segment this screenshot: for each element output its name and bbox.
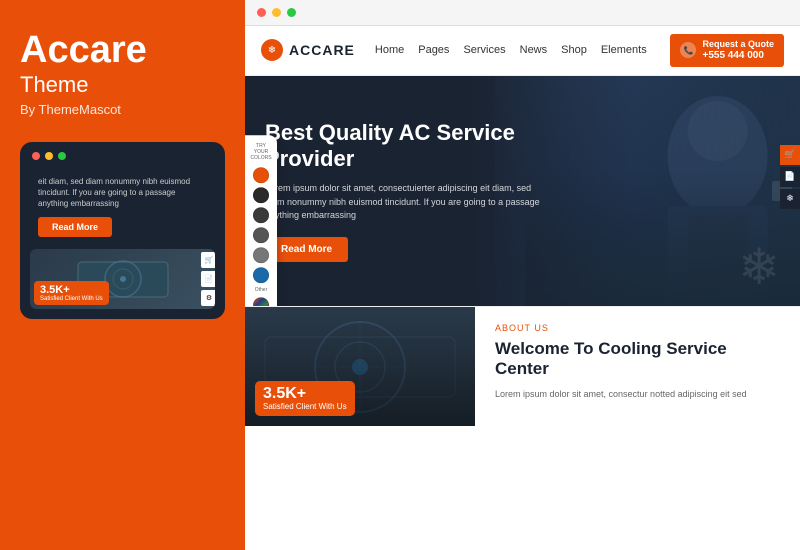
browser-dot-yellow	[272, 8, 281, 17]
nav-cta-texts: Request a Quote +555 444 000	[702, 39, 774, 62]
side-cart-icon[interactable]: 🛒	[780, 145, 800, 165]
side-float-icons: 🛒 📄 ❄	[780, 145, 800, 209]
site-logo: ❄ ACCARE	[261, 39, 355, 61]
mobile-read-more-button[interactable]: Read More	[38, 217, 112, 237]
logo-snowflake-icon: ❄	[261, 39, 283, 61]
mobile-badge-num: 3.5K+	[40, 284, 103, 296]
mobile-badge: 3.5K+ Satisfied Client With Us	[34, 281, 109, 305]
bottom-left-img: 3.5K+ Satisfied Client With Us	[245, 307, 475, 426]
mobile-doc-icon: 📄	[201, 271, 215, 287]
site-bottom: 3.5K+ Satisfied Client With Us ABOUT US …	[245, 306, 800, 426]
about-text: Lorem ipsum dolor sit amet, consectur no…	[495, 388, 780, 402]
brand-title: Accare	[20, 30, 225, 72]
about-label: ABOUT US	[495, 323, 780, 333]
bottom-right-content: ABOUT US Welcome To Cooling Service Cent…	[475, 307, 800, 426]
color-swatch-orange[interactable]	[253, 167, 269, 183]
nav-link-services[interactable]: Services	[463, 44, 505, 56]
color-picker-overlay: TRY YOURCOLORS Other	[245, 135, 277, 306]
nav-link-home[interactable]: Home	[375, 44, 404, 56]
nav-link-pages[interactable]: Pages	[418, 44, 449, 56]
dot-red	[32, 152, 40, 160]
dot-green	[58, 152, 66, 160]
nav-link-news[interactable]: News	[520, 44, 548, 56]
nav-link-elements[interactable]: Elements	[601, 44, 647, 56]
brand-by: By ThemeMascot	[20, 102, 225, 117]
color-swatch-darkgray[interactable]	[253, 207, 269, 223]
site-nav: ❄ ACCARE Home Pages Services News Shop E…	[245, 26, 800, 76]
logo-text: ACCARE	[289, 42, 355, 58]
mobile-settings-icon: ⚙	[201, 290, 215, 306]
nav-cta-button[interactable]: 📞 Request a Quote +555 444 000	[670, 34, 784, 67]
snowflake-watermark: ❄	[738, 238, 780, 296]
mobile-body: eit diam, sed diam nonummy nibh euismod …	[30, 168, 215, 310]
about-title: Welcome To Cooling Service Center	[495, 339, 780, 380]
color-swatch-gray[interactable]	[253, 227, 269, 243]
bottom-badge-num: 3.5K+	[263, 386, 347, 402]
left-panel: Accare Theme By ThemeMascot eit diam, se…	[0, 0, 245, 550]
color-swatch-dark[interactable]	[253, 187, 269, 203]
color-picker-title: TRY YOURCOLORS	[250, 143, 271, 161]
browser-dot-green	[287, 8, 296, 17]
mobile-side-icons: 🛒 📄 ⚙	[201, 252, 215, 306]
mobile-cart-icon: 🛒	[201, 252, 215, 268]
mobile-hero-text: eit diam, sed diam nonummy nibh euismod …	[30, 168, 215, 214]
hero-desc: Lorem ipsum dolor sit amet, consectuiert…	[265, 182, 545, 223]
brand-subtitle: Theme	[20, 72, 225, 98]
side-doc-icon[interactable]: 📄	[780, 167, 800, 187]
mobile-mockup: eit diam, sed diam nonummy nibh euismod …	[20, 142, 225, 320]
nav-cta-phone: +555 444 000	[702, 50, 774, 62]
color-swatch-lightgray[interactable]	[253, 247, 269, 263]
hero-title: Best Quality AC Service Provider	[265, 120, 545, 173]
right-panel: ❄ ACCARE Home Pages Services News Shop E…	[245, 0, 800, 550]
dot-yellow	[45, 152, 53, 160]
browser-dot-red	[257, 8, 266, 17]
phone-icon: 📞	[680, 42, 696, 58]
nav-cta-label: Request a Quote	[702, 39, 774, 50]
mobile-dots	[30, 152, 215, 160]
browser-chrome	[245, 0, 800, 26]
bottom-badge-text: Satisfied Client With Us	[263, 402, 347, 411]
mobile-badge-text: Satisfied Client With Us	[40, 296, 103, 302]
hero-content: Best Quality AC Service Provider Lorem i…	[245, 120, 565, 262]
hero-read-more-button[interactable]: Read More	[265, 237, 348, 262]
side-snowflake-icon[interactable]: ❄	[780, 189, 800, 209]
mobile-bottom-section: 3.5K+ Satisfied Client With Us 🛒 📄 ⚙	[30, 249, 215, 309]
bottom-badge: 3.5K+ Satisfied Client With Us	[255, 381, 355, 416]
color-other-label: Other	[255, 287, 268, 293]
color-swatch-gradient[interactable]	[253, 297, 269, 306]
site-hero: Best Quality AC Service Provider Lorem i…	[245, 76, 800, 306]
color-swatch-blue[interactable]	[253, 267, 269, 283]
nav-links: Home Pages Services News Shop Elements	[375, 44, 671, 56]
nav-link-shop[interactable]: Shop	[561, 44, 587, 56]
